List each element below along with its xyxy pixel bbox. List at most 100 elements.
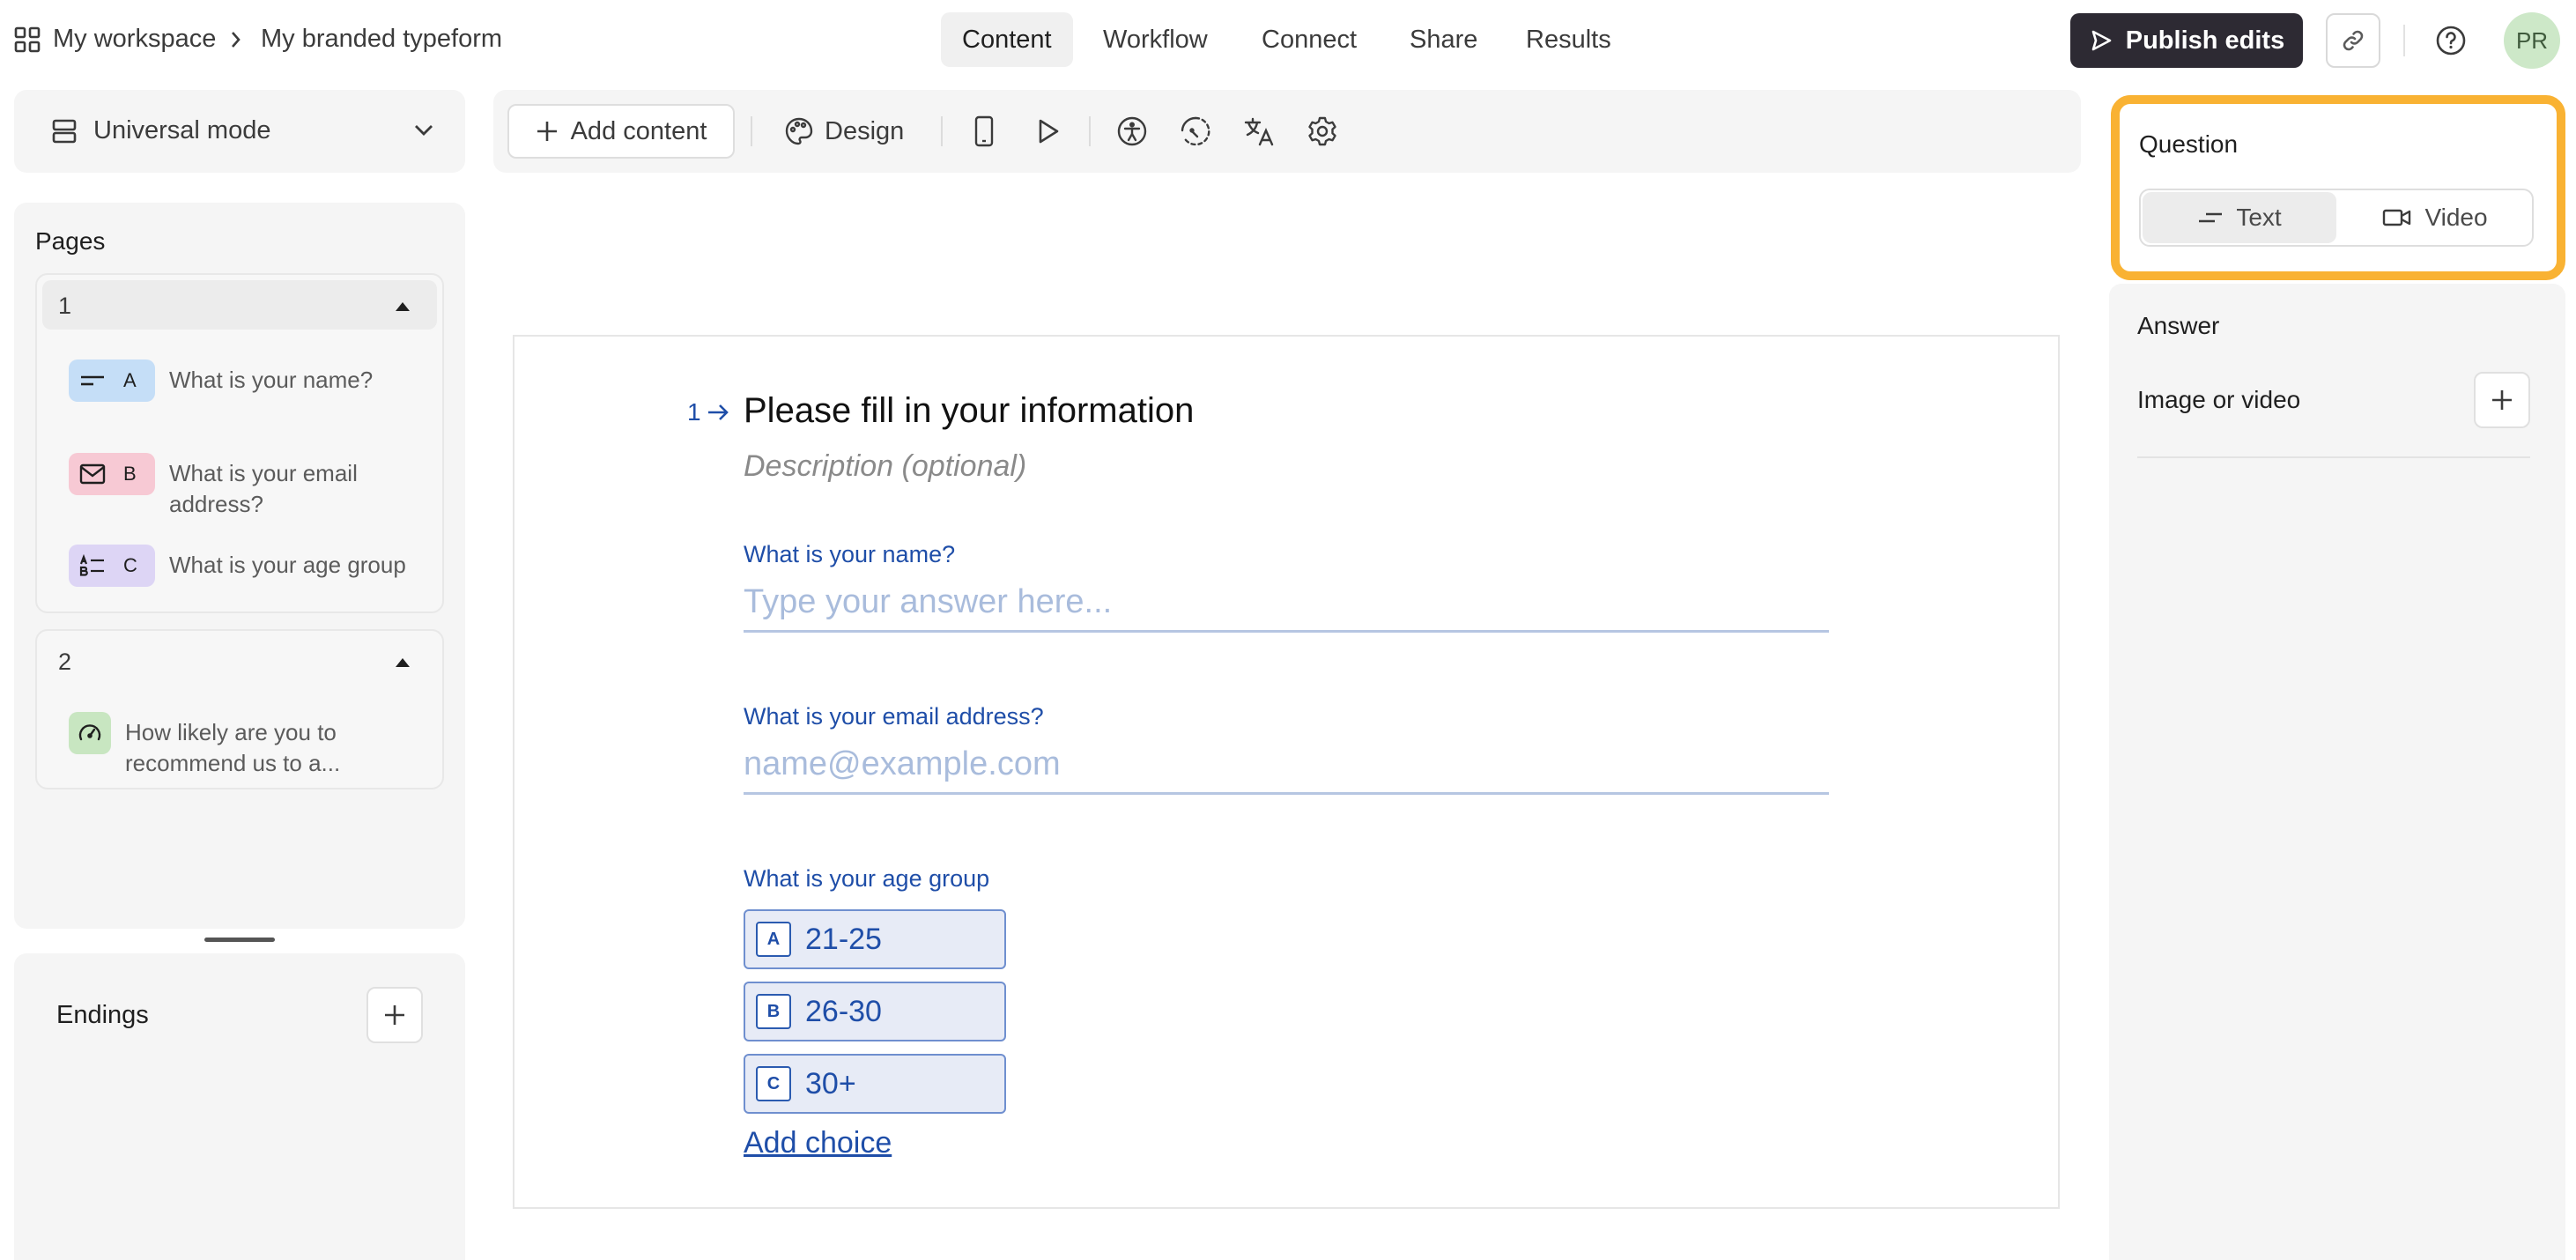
field-label-name[interactable]: What is your name? [744,541,955,568]
question-type-text-button[interactable]: Text [2143,192,2336,243]
endings-panel: Endings [14,953,465,1260]
choice-label: 30+ [805,1066,856,1101]
play-icon[interactable] [1031,115,1064,148]
publish-label: Publish edits [2125,26,2285,55]
breadcrumb-workspace[interactable]: My workspace [53,25,216,54]
page-header-2[interactable]: 2 [42,636,437,686]
choice-key: A [756,922,791,957]
divider [941,116,943,146]
pages-title: Pages [35,227,106,255]
add-choice-link[interactable]: Add choice [744,1126,892,1160]
copy-link-button[interactable] [2326,13,2380,68]
tab-connect[interactable]: Connect [1240,12,1378,67]
tab-share[interactable]: Share [1388,12,1499,67]
image-or-video-label: Image or video [2137,386,2301,413]
mode-select[interactable]: Universal mode [14,90,465,173]
avatar[interactable]: PR [2504,12,2560,69]
mobile-preview-icon[interactable] [967,115,1001,148]
question-letter: A [123,369,137,391]
page-group-1: 1 A What is your name? B What is your em… [35,273,444,613]
answer-section-label: Answer [2137,312,2220,339]
field-label-email[interactable]: What is your email address? [744,703,1044,730]
design-button[interactable]: Design [784,104,904,159]
divider [2403,25,2405,56]
choice-key: C [756,1066,791,1101]
design-label: Design [825,116,905,145]
question-number-value: 1 [687,398,701,426]
top-bar: My workspace My branded typeform Content… [0,0,2576,81]
caret-up-icon[interactable] [395,657,411,668]
arrow-right-icon [707,403,729,422]
question-letter: B [123,463,137,485]
answer-settings-panel: Answer Image or video [2109,284,2565,1260]
question-type-badge: C [69,545,155,587]
choice-option-a[interactable]: A 21-25 [744,909,1006,969]
question-type-badge: B [69,453,155,495]
tab-results[interactable]: Results [1505,12,1632,67]
question-label: What is your age group [169,552,406,578]
divider [1089,116,1091,146]
short-text-icon [79,374,106,388]
question-description[interactable]: Description (optional) [744,449,1026,484]
choice-option-c[interactable]: C 30+ [744,1054,1006,1114]
short-text-icon [2197,211,2224,225]
question-section-label: Question [2139,130,2239,158]
endings-title: Endings [56,1001,149,1029]
question-number: 1 [687,398,729,426]
question-label: How likely are you to recommend us to a.… [125,719,341,776]
palette-icon [784,116,814,146]
question-type-section: Question Text Video [2111,95,2565,280]
add-content-label: Add content [570,116,707,145]
page-number: 2 [58,649,72,675]
page-number: 1 [58,293,72,319]
tab-content[interactable]: Content [941,12,1073,67]
apps-grid-icon[interactable] [14,26,41,53]
email-input[interactable]: name@example.com [744,744,1829,795]
breadcrumb-form-name[interactable]: My branded typeform [261,25,502,54]
gauge-icon [77,720,103,746]
divider [2137,456,2530,458]
pages-panel: Pages 1 A What is your name? B What is y… [14,203,465,929]
question-type-video-button[interactable]: Video [2338,192,2532,243]
mode-label: Universal mode [93,116,271,145]
form-canvas: 1 Please fill in your information Descri… [513,335,2060,1209]
logic-icon[interactable] [1179,115,1212,148]
plus-icon [382,1003,407,1027]
question-type-badge [69,712,111,754]
question-type-text-label: Text [2236,204,2282,231]
plus-icon [2490,388,2514,412]
panel-resize-handle[interactable] [204,938,275,942]
settings-icon[interactable] [1306,115,1339,148]
layout-icon [51,118,78,145]
mail-icon [79,463,106,485]
help-icon [2435,25,2467,56]
tab-workflow[interactable]: Workflow [1082,12,1229,67]
question-label: What is your email address? [169,460,358,517]
question-type-toggle: Text Video [2139,189,2534,247]
question-label: What is your name? [169,367,374,393]
help-button[interactable] [2433,23,2469,58]
field-label-age[interactable]: What is your age group [744,865,989,893]
choice-key: B [756,994,791,1029]
translate-icon[interactable] [1242,115,1276,148]
page-group-2: 2 How likely are you to recommend us to … [35,629,444,789]
add-content-button[interactable]: Add content [507,104,735,159]
chevron-down-icon [412,122,435,139]
choice-option-b[interactable]: B 26-30 [744,982,1006,1041]
question-title[interactable]: Please fill in your information [744,391,1194,431]
question-type-badge: A [69,359,155,402]
send-icon [2089,28,2113,53]
page-header-1[interactable]: 1 [42,280,437,330]
name-input[interactable]: Type your answer here... [744,582,1829,633]
caret-up-icon[interactable] [395,301,411,312]
choice-label: 21-25 [805,922,882,956]
add-ending-button[interactable] [366,987,423,1043]
divider [751,116,752,146]
publish-button[interactable]: Publish edits [2070,13,2303,68]
accessibility-icon[interactable] [1115,115,1149,148]
video-camera-icon [2382,207,2412,228]
multiple-choice-icon [79,554,106,577]
chevron-right-icon [227,27,245,52]
question-letter: C [123,554,137,576]
add-media-button[interactable] [2474,372,2530,428]
